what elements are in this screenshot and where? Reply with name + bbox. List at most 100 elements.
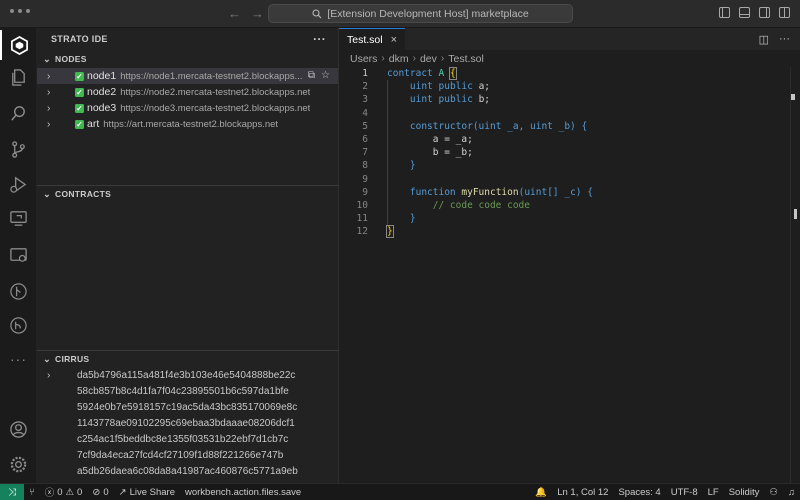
ports-icon: ⊘ [92,486,101,498]
notifications-status[interactable]: 🔔 [530,487,552,498]
code-editor[interactable]: 1 contract A { 2 uint public a; 3 uint p… [339,67,800,239]
editor-area: Test.sol × ◫ ··· Users › dkm › dev › Tes… [339,28,800,483]
more-actions-icon[interactable]: ··· [779,33,790,46]
node-item[interactable]: › ✓ art https://art.mercata-testnet2.blo… [37,116,338,132]
cirrus-hash: 58cb857b8c4d1fa7f04c23895501b6c597da1bfe [77,385,289,397]
command-center-search[interactable]: [Extension Development Host] marketplace [268,4,573,23]
problems-status[interactable]: ⓧ 0 ⚠ 0 [40,485,88,500]
code-line: 9 [339,173,800,186]
tab-bar: Test.sol × ◫ ··· [339,28,800,50]
git-branch-status[interactable]: ⑂ [24,487,40,498]
github-icon[interactable] [0,310,37,340]
copy-icon[interactable]: ⧉ [308,70,315,81]
breadcrumb-item[interactable]: dkm [389,53,409,65]
cirrus-section-header[interactable]: ⌄ CIRRUS [37,350,339,368]
search-icon[interactable] [0,98,37,128]
cirrus-item[interactable]: 58cb857b8c4d1fa7f04c23895501b6c597da1bfe [37,383,339,399]
node-item[interactable]: › ✓ node2 https://node2.mercata-testnet2… [37,84,338,100]
command-status: workbench.action.files.save [180,487,306,498]
customize-layout-icon[interactable] [779,7,790,18]
editor-scrollbar[interactable] [790,67,800,483]
cursor-position[interactable]: Ln 1, Col 12 [552,487,613,498]
cursor-position-label: Ln 1, Col 12 [557,486,609,498]
run-debug-icon[interactable] [0,169,37,199]
node-url: https://node2.mercata-testnet2.blockapps… [120,86,311,98]
node-item[interactable]: › ✓ node3 https://node3.mercata-testnet2… [37,100,338,116]
cirrus-hash: a5db26daea6c08da8a41987ac460876c5771a9eb [77,465,298,477]
strato-icon[interactable] [0,30,37,60]
window-controls[interactable] [10,9,30,13]
toggle-primary-sidebar-icon[interactable] [719,7,730,18]
copilot-icon[interactable]: ⚇ [764,487,783,498]
cirrus-list: › da5b4796a115a481f4e3b103e46e5404888be22… [37,367,339,479]
code-line: 12 } [339,225,800,239]
sidebar: STRATO IDE ··· ⌄ NODES › ✓ node1 https:/… [37,28,339,483]
forward-arrow-icon[interactable]: → [251,6,264,21]
line-number: 11 [356,213,368,225]
cirrus-item[interactable]: › da5b4796a115a481f4e3b103e46e5404888be22… [37,367,339,383]
ports-status[interactable]: ⊘ 0 [87,487,113,498]
nodes-section-header[interactable]: ⌄ NODES [37,50,338,68]
chevron-right-icon: › [47,86,51,98]
star-icon[interactable]: ☆ [321,70,330,81]
code-keyword: public [438,81,473,93]
extensions-icon[interactable] [0,240,37,270]
toggle-secondary-sidebar-icon[interactable] [759,7,770,18]
breadcrumb-item[interactable]: Test.sol [448,53,484,65]
line-number: 7 [362,147,368,159]
tab-test-sol[interactable]: Test.sol × [339,28,406,50]
chevron-right-icon: › [47,369,51,381]
cirrus-hash: c254ac1f5beddbc8e1355f03531b22ebf7d1cb7c [77,433,289,445]
code-line: 8 } [339,159,800,172]
remote-explorer-icon[interactable] [0,203,37,233]
chevron-right-icon: › [381,53,385,64]
manage-icon[interactable] [0,449,37,479]
encoding-status[interactable]: UTF-8 [666,487,703,498]
cirrus-item[interactable]: 7cf9da4eca27fcd4cf27109f1d88f221266e747b [37,447,339,463]
code-variable: b; [478,94,491,106]
check-icon: ✓ [75,103,84,113]
code-brace: } [409,160,416,172]
indentation-status[interactable]: Spaces: 4 [613,487,665,498]
contracts-section-header[interactable]: ⌄ CONTRACTS [37,185,339,203]
git-graph-icon[interactable] [0,276,37,306]
error-icon: ⓧ [44,488,55,499]
cirrus-item[interactable]: 5924e0b7e5918157c19ac5da43bc835170069e8c [37,399,339,415]
close-icon[interactable]: × [391,34,397,46]
contracts-header-label: CONTRACTS [55,189,112,199]
split-editor-icon[interactable]: ◫ [759,33,769,46]
sidebar-more-button[interactable]: ··· [313,32,326,46]
node-url: https://art.mercata-testnet2.blockapps.n… [103,118,279,130]
node-name: node1 [87,70,117,82]
chevron-down-icon: ⌄ [43,53,51,64]
code-statement: a = _a; [432,134,473,146]
source-control-icon[interactable] [0,134,37,164]
line-number: 5 [362,120,368,132]
live-share-button[interactable]: ↗ Live Share [114,487,180,498]
more-icon[interactable]: ··· [0,344,37,374]
line-number: 8 [362,160,368,172]
cirrus-hash: 5924e0b7e5918157c19ac5da43bc835170069e8c [77,401,298,413]
ports-count: 0 [103,486,109,498]
code-line: 7 b = _b; [339,146,800,159]
nodes-header-label: NODES [55,54,87,64]
cirrus-item[interactable]: a5db26daea6c08da8a41987ac460876c5771a9eb [37,463,339,479]
language-mode-status[interactable]: Solidity [724,487,765,498]
back-arrow-icon[interactable]: ← [228,6,241,21]
breadcrumb-item[interactable]: dev [420,53,437,65]
eol-status[interactable]: LF [703,487,724,498]
cirrus-item[interactable]: 1143778ae09102295c69ebaa3bdaaae08206dcf1 [37,415,339,431]
node-url: https://node1.mercata-testnet2.blockapps… [120,70,303,82]
node-item[interactable]: › ✓ node1 https://node1.mercata-testnet2… [37,68,338,84]
chevron-right-icon: › [47,70,51,82]
chevron-down-icon: ⌄ [43,353,51,364]
eol-label: LF [707,486,719,498]
line-number: 10 [356,199,368,211]
toggle-panel-icon[interactable] [739,7,750,18]
accounts-icon[interactable] [0,414,37,444]
breadcrumb-item[interactable]: Users [350,53,377,65]
cirrus-item[interactable]: c254ac1f5beddbc8e1355f03531b22ebf7d1cb7c [37,431,339,447]
remote-indicator-icon[interactable]: ⤨ [0,483,24,500]
notifications-bell-icon[interactable]: ♫ [783,487,800,498]
explorer-icon[interactable] [0,62,37,92]
